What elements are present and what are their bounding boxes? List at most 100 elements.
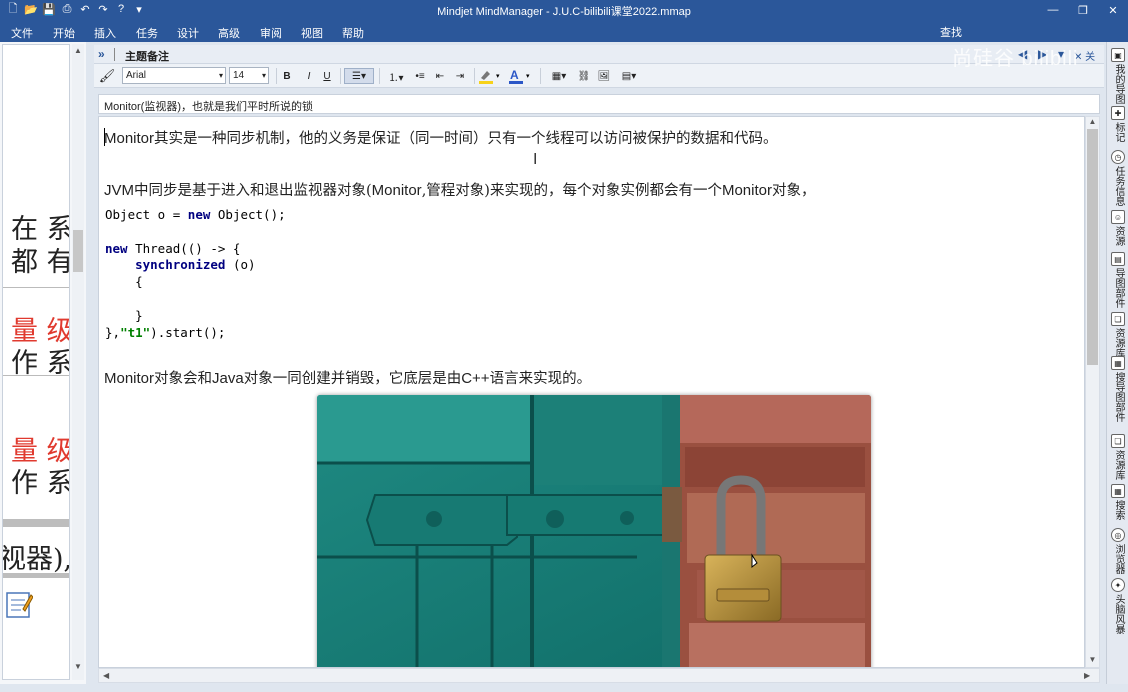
align-left-icon[interactable]: ☰▾ [344, 68, 374, 84]
status-strip [0, 684, 1128, 692]
ribbon-tabs: 文件 开始 插入 任务 设计 高级 审阅 视图 帮助 查找 尚硅谷 bilibi… [0, 20, 1128, 70]
increase-indent-icon[interactable]: ⇥ [452, 68, 468, 84]
window-title: Mindjet MindManager - J.U.C-bilibili课堂20… [437, 6, 691, 18]
scroll-up-icon[interactable]: ▲ [1086, 117, 1099, 126]
notes-icon[interactable] [5, 589, 34, 619]
sidebar-item-label: 导图部件 [1113, 268, 1124, 308]
scroll-down-icon[interactable]: ▼ [72, 662, 84, 671]
search-icon: ▦ [1111, 484, 1125, 498]
chevron-down-icon: ▾ [218, 71, 223, 80]
svg-text:▾: ▾ [496, 73, 500, 80]
scroll-up-icon[interactable]: ▲ [72, 46, 84, 55]
note-paragraph-3: Monitor对象会和Java对象一同创建并销毁，它底层是由C++语言来实现的。 [104, 370, 592, 387]
scroll-right-icon[interactable]: ▶ [1084, 671, 1090, 680]
topic-border [3, 573, 69, 578]
scroll-down-icon[interactable]: ▼ [1086, 655, 1099, 664]
tab-insert[interactable]: 插入 [94, 25, 116, 41]
divider [340, 68, 341, 84]
highlight-color-icon[interactable]: ▾ [478, 68, 504, 84]
sidebar-item-search[interactable]: ▦ 搜索 [1109, 484, 1127, 520]
window-controls: — ❐ ✕ [1038, 0, 1128, 20]
sidebar-item-label: 任务信息 [1113, 166, 1124, 206]
map-canvas[interactable]: 在 系 都 有 量 级 作 系 量 级 作 系 视器), [2, 44, 70, 680]
divider [3, 375, 69, 376]
format-painter-icon[interactable]: 🖌 [98, 68, 116, 84]
sidebar-item-library-2[interactable]: ❏ 资源库 [1109, 434, 1127, 480]
editor-vertical-scrollbar[interactable]: ▲ ▼ [1085, 116, 1100, 668]
sidebar-item-resources[interactable]: ☺ 资源 [1109, 210, 1127, 246]
topic-border [3, 519, 69, 527]
editor-horizontal-scrollbar[interactable]: ◀ ▶ [98, 668, 1100, 683]
collapse-panel-icon[interactable]: » [98, 47, 105, 61]
scroll-thumb[interactable] [1087, 129, 1098, 365]
font-size-select[interactable]: 14 ▾ [229, 67, 269, 84]
tab-view[interactable]: 视图 [301, 25, 323, 41]
divider [276, 68, 277, 84]
font-family-select[interactable]: Arial ▾ [122, 67, 226, 84]
tab-advanced[interactable]: 高级 [218, 25, 240, 41]
brainstorm-icon: ✦ [1111, 578, 1125, 592]
tab-design[interactable]: 设计 [177, 25, 199, 41]
code-block: Object o = new Object(); new Thread(() -… [105, 207, 286, 340]
bold-button[interactable]: B [280, 68, 294, 84]
divider [540, 68, 541, 84]
minimize-icon[interactable]: — [1038, 0, 1068, 20]
underline-button[interactable]: U [320, 68, 334, 84]
scroll-left-icon[interactable]: ◀ [103, 671, 109, 680]
sidebar-item-markers[interactable]: ✚ 标记 [1109, 106, 1127, 142]
note-paragraph-2: JVM中同步是基于进入和退出监视器对象(Monitor,管程对象)来实现的，每个… [104, 182, 816, 199]
map-canvas-pane: 在 系 都 有 量 级 作 系 量 级 作 系 视器), ▲ ▼ [0, 42, 86, 692]
library-icon: ❏ [1111, 312, 1125, 326]
sidebar-item-label: 搜索 [1113, 500, 1124, 520]
divider [379, 68, 380, 84]
canvas-vertical-scrollbar[interactable] [72, 44, 84, 680]
sidebar-item-my-maps[interactable]: ▣ 我的导图 [1109, 48, 1127, 104]
sidebar-item-browser[interactable]: ◎ 浏览器 [1109, 528, 1127, 574]
search-label[interactable]: 查找 [940, 24, 962, 40]
sidebar-item-map-parts[interactable]: ▤ 导图部件 [1109, 252, 1127, 308]
notes-panel-title: 主题备注 [125, 51, 169, 63]
map-text: 都 有 [11, 247, 70, 278]
decrease-indent-icon[interactable]: ⇤ [432, 68, 448, 84]
sidebar-item-search-map-parts[interactable]: ▦ 搜导图部件 [1109, 356, 1127, 422]
svg-text:▾: ▾ [526, 73, 530, 80]
task-pane-sidebar: ▣ 我的导图 ✚ 标记 ◷ 任务信息 ☺ 资源 ▤ 导图部件 ❏ 资源库 ▦ 搜… [1106, 42, 1128, 692]
italic-button[interactable]: I [302, 68, 316, 84]
topic-subject: Monitor(监视器)，也就是我们平时所说的锁 [98, 94, 1100, 114]
text-color-icon[interactable]: A ▾ [508, 68, 534, 84]
tab-home[interactable]: 开始 [53, 25, 75, 41]
table-icon[interactable]: ▦▾ [546, 68, 572, 84]
insert-image-icon[interactable]: 🖼 [596, 68, 612, 84]
close-icon[interactable]: ✕ [1098, 0, 1128, 20]
sidebar-item-label: 资源库 [1113, 328, 1124, 358]
sidebar-item-brainstorm[interactable]: ✦ 头脑风暴 [1109, 578, 1127, 634]
hyperlink-icon[interactable]: ⛓ [576, 68, 592, 84]
bullet-list-icon[interactable]: •≡ [412, 68, 428, 84]
my-maps-icon: ▣ [1111, 48, 1125, 62]
sidebar-item-label: 搜导图部件 [1113, 372, 1124, 422]
restore-icon[interactable]: ❐ [1068, 0, 1098, 20]
sidebar-item-label: 资源 [1113, 226, 1124, 246]
insert-object-icon[interactable]: ▤▾ [616, 68, 642, 84]
tab-review[interactable]: 审阅 [260, 25, 282, 41]
search-map-parts-icon: ▦ [1111, 356, 1125, 370]
tab-file[interactable]: 文件 [11, 25, 33, 41]
scroll-thumb[interactable] [73, 230, 83, 272]
text-cursor-icon: I [533, 151, 538, 168]
padlock-image[interactable] [317, 395, 871, 667]
notes-editor[interactable]: I Monitor其实是一种同步机制，他的义务是保证（同一时间）只有一个线程可以… [98, 116, 1085, 668]
tab-help[interactable]: 帮助 [342, 25, 364, 41]
video-watermark: 尚硅谷 bilibili [952, 48, 1079, 70]
task-info-icon: ◷ [1111, 150, 1125, 164]
sidebar-item-label: 我的导图 [1113, 64, 1124, 104]
sidebar-item-task-info[interactable]: ◷ 任务信息 [1109, 150, 1127, 206]
note-paragraph-1: Monitor其实是一种同步机制，他的义务是保证（同一时间）只有一个线程可以访问… [104, 130, 778, 147]
browser-icon: ◎ [1111, 528, 1125, 542]
map-text: 作 系 [11, 468, 70, 499]
sidebar-item-library[interactable]: ❏ 资源库 [1109, 312, 1127, 358]
tab-task[interactable]: 任务 [136, 25, 158, 41]
svg-text:A: A [510, 68, 519, 82]
map-text: 视器), [2, 544, 70, 575]
sidebar-item-label: 浏览器 [1113, 544, 1124, 574]
numbered-list-icon[interactable]: ⒈▾ [384, 68, 408, 84]
